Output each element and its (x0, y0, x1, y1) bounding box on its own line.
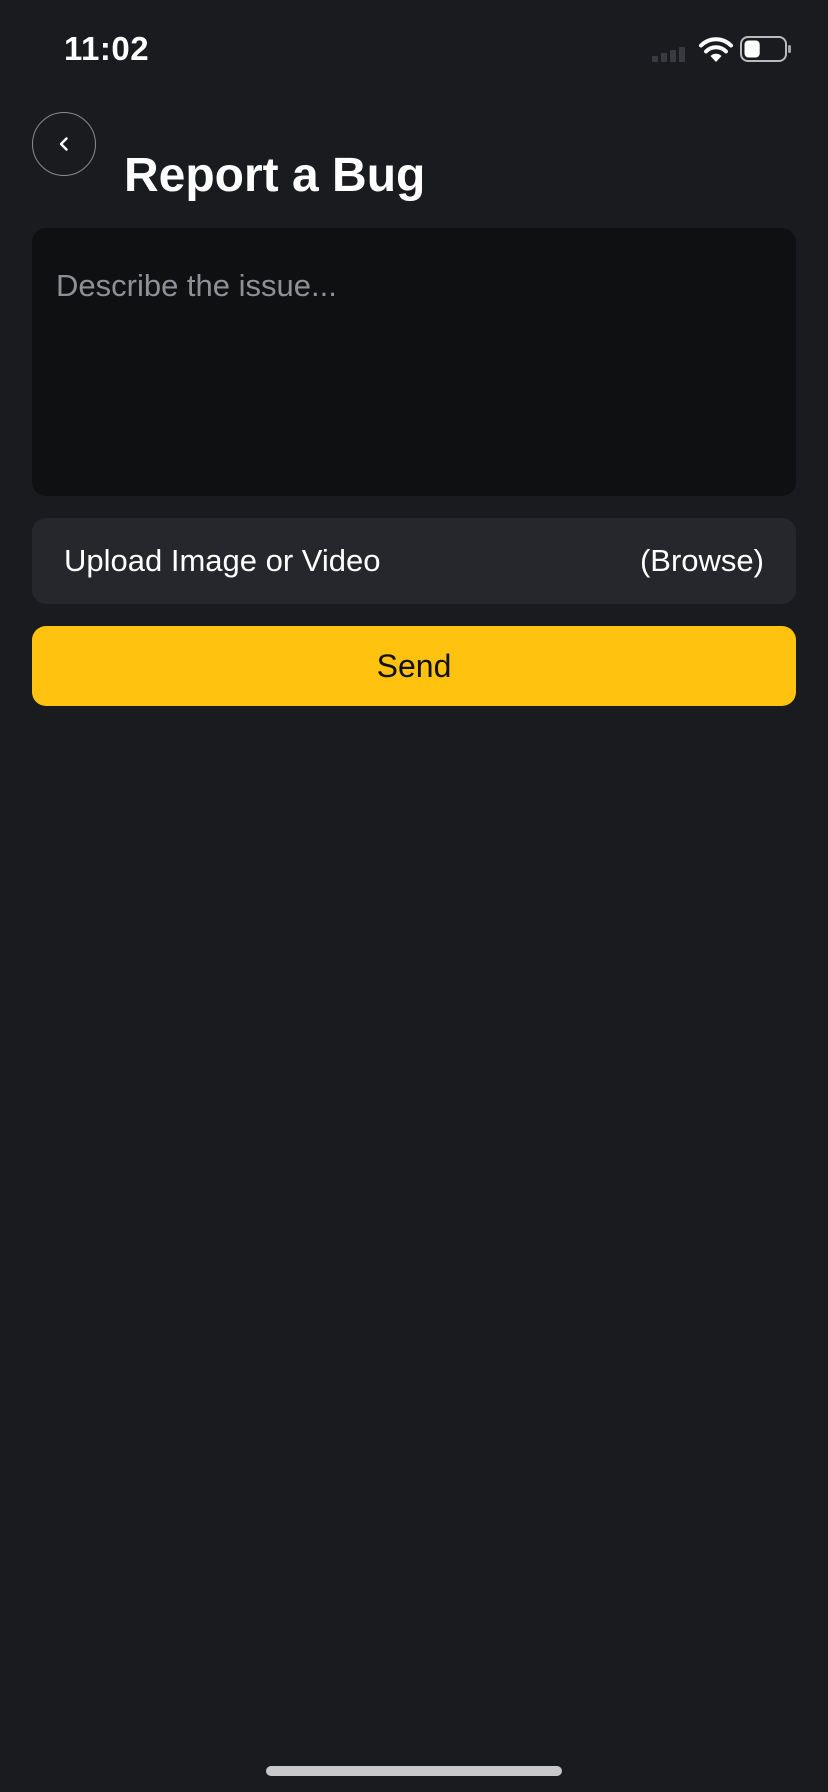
upload-media-button[interactable]: Upload Image or Video (Browse) (32, 518, 796, 604)
wifi-icon (699, 37, 733, 62)
send-button[interactable]: Send (32, 626, 796, 706)
status-bar: 11:02 (0, 0, 828, 100)
chevron-left-icon (59, 137, 68, 151)
back-button[interactable] (32, 112, 96, 176)
battery-icon (740, 36, 791, 62)
upload-label: Upload Image or Video (64, 543, 381, 578)
description-input[interactable] (56, 268, 772, 456)
status-time: 11:02 (64, 30, 150, 67)
browse-link[interactable]: (Browse) (640, 543, 764, 579)
header: Report a Bug (0, 110, 828, 202)
home-indicator (266, 1766, 562, 1776)
cellular-signal-icon (652, 47, 685, 62)
description-field-container (32, 228, 796, 496)
page-title: Report a Bug (124, 149, 426, 203)
